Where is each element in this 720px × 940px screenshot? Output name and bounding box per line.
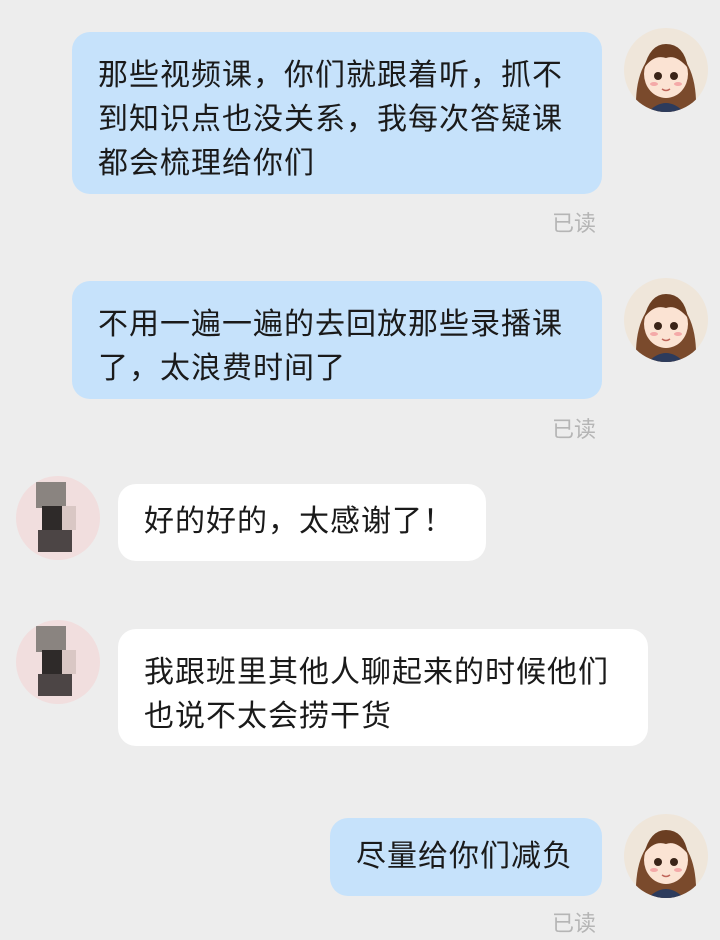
self-avatar[interactable] (624, 28, 708, 112)
cartoon-girl-avatar-icon (624, 278, 708, 362)
read-receipt: 已读 (551, 912, 596, 937)
read-receipt: 已读 (551, 418, 596, 443)
read-receipt: 已读 (551, 212, 596, 237)
message-bubble-self[interactable]: 不用一遍一遍的去回放那些录播课 了，太浪费时间了 (72, 281, 602, 399)
contact-avatar-blurred[interactable] (16, 620, 100, 704)
message-bubble-self[interactable]: 那些视频课，你们就跟着听，抓不 到知识点也没关系，我每次答疑课 都会梳理给你们 (72, 32, 602, 194)
cartoon-girl-avatar-icon (624, 28, 708, 112)
cartoon-girl-avatar-icon (624, 814, 708, 898)
message-bubble-other[interactable]: 好的好的，太感谢了！ (118, 484, 486, 561)
self-avatar[interactable] (624, 278, 708, 362)
message-bubble-other[interactable]: 我跟班里其他人聊起来的时候他们 也说不太会捞干货 (118, 629, 648, 746)
contact-avatar-blurred[interactable] (16, 476, 100, 560)
self-avatar[interactable] (624, 814, 708, 898)
message-bubble-self[interactable]: 尽量给你们减负 (330, 818, 602, 896)
chat-screen: { "messages": [ {"text": "那些视频课，你们就跟着听，抓… (0, 0, 720, 940)
